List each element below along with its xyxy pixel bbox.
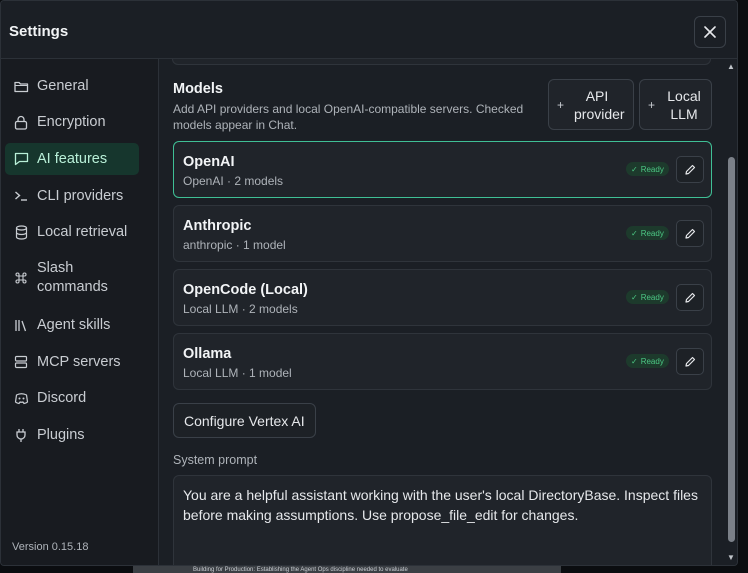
check-icon: ✓ [631,164,638,174]
sidebar-item-slash-commands[interactable]: Slash commands [5,256,139,300]
terminal-icon [13,188,29,204]
status-text: Ready [640,164,664,174]
status-text: Ready [640,228,664,238]
sidebar-item-encryption[interactable]: Encryption [5,106,139,138]
sidebar-item-label: Encryption [37,113,106,130]
edit-provider-button[interactable] [676,220,704,247]
scroll-up-icon[interactable]: ▲ [727,62,735,71]
sidebar-item-cli-providers[interactable]: CLI providers [5,180,139,212]
sidebar-item-label: CLI providers [37,187,124,204]
pencil-icon [685,292,696,303]
sidebar-item-label: MCP servers [37,353,121,370]
models-title: Models [173,81,223,97]
library-icon [13,317,29,333]
sidebar-item-label: AI features [37,150,108,167]
configure-vertex-button[interactable]: Configure Vertex AI [173,403,316,438]
plus-icon: + [648,97,656,112]
status-text: Ready [640,292,664,302]
provider-summary: Local LLM · 1 model [183,366,292,380]
check-icon: ✓ [631,356,638,366]
settings-modal: Settings General Encryption AI features [0,0,738,566]
models-description: Add API providers and local OpenAI-compa… [173,102,524,132]
modal-title: Settings [9,23,69,40]
provider-card-openai[interactable]: OpenAI OpenAI · 2 models ✓ Ready [173,141,712,198]
provider-name: Ollama [183,346,232,362]
chat-icon [13,151,29,167]
scroll-down-icon[interactable]: ▼ [727,553,735,562]
pencil-icon [685,228,696,239]
provider-name: Anthropic [183,218,252,234]
provider-card-anthropic[interactable]: Anthropic anthropic · 1 model ✓ Ready [173,205,712,262]
scroll-thumb[interactable] [728,157,735,542]
command-icon [13,270,29,286]
check-icon: ✓ [631,228,638,238]
content-scrollbar[interactable]: ▲ ▼ [725,59,737,565]
server-icon [13,354,29,370]
add-local-llm-button[interactable]: + Local LLM [639,79,712,130]
lock-icon [13,114,29,130]
version-label: Version 0.15.18 [12,541,89,553]
add-api-provider-label: API provider [574,87,625,122]
modal-header: Settings [1,1,737,59]
pencil-icon [685,164,696,175]
previous-section-card [172,59,711,65]
pencil-icon [685,356,696,367]
discord-icon [13,390,29,406]
settings-content: Models Add API providers and local OpenA… [160,59,725,565]
sidebar-item-agent-skills[interactable]: Agent skills [5,309,139,341]
provider-card-opencode[interactable]: OpenCode (Local) Local LLM · 2 models ✓ R… [173,269,712,326]
sidebar-item-label: Plugins [37,426,85,443]
edit-provider-button[interactable] [676,284,704,311]
plug-icon [13,427,29,443]
sidebar-item-local-retrieval[interactable]: Local retrieval [5,216,139,248]
sidebar-item-discord[interactable]: Discord [5,382,139,414]
database-icon [13,224,29,240]
status-badge: ✓ Ready [626,162,669,176]
folder-icon [13,78,29,94]
sidebar-item-label: Local retrieval [37,223,128,240]
edit-provider-button[interactable] [676,348,704,375]
plus-icon: + [557,97,565,112]
status-text: Ready [640,356,664,366]
add-api-provider-button[interactable]: + API provider [548,79,634,130]
provider-summary: OpenAI · 2 models [183,174,284,188]
edit-provider-button[interactable] [676,156,704,183]
sidebar-item-label: General [37,77,89,94]
status-badge: ✓ Ready [626,290,669,304]
provider-name: OpenCode (Local) [183,282,308,298]
sidebar-item-label: Slash commands [37,260,108,295]
status-badge: ✓ Ready [626,354,669,368]
close-button[interactable] [694,16,726,48]
status-badge: ✓ Ready [626,226,669,240]
background-window: Building for Production: Establishing th… [133,566,561,573]
sidebar-item-plugins[interactable]: Plugins [5,419,139,451]
system-prompt-textarea[interactable]: You are a helpful assistant working with… [173,475,712,565]
sidebar-item-ai-features[interactable]: AI features [5,143,139,175]
sidebar-item-general[interactable]: General [5,70,139,102]
system-prompt-label: System prompt [173,453,258,467]
add-local-llm-label: Local LLM [667,87,701,122]
close-icon [704,26,716,38]
sidebar-item-label: Agent skills [37,316,111,333]
sidebar-item-mcp-servers[interactable]: MCP servers [5,346,139,378]
settings-sidebar: General Encryption AI features CLI provi… [1,59,159,565]
provider-summary: anthropic · 1 model [183,238,286,252]
provider-card-ollama[interactable]: Ollama Local LLM · 1 model ✓ Ready [173,333,712,390]
check-icon: ✓ [631,292,638,302]
provider-summary: Local LLM · 2 models [183,302,298,316]
provider-name: OpenAI [183,154,235,170]
sidebar-item-label: Discord [37,389,87,406]
